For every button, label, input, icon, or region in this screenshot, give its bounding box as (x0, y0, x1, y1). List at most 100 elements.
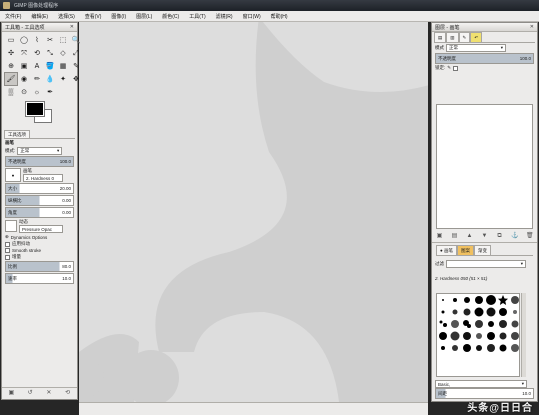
tab-brushes[interactable]: ● 画笔 (436, 245, 457, 255)
align-tool[interactable]: ⤧ (18, 47, 30, 59)
flip-tool[interactable]: ⊕ (5, 60, 17, 72)
brush-item[interactable] (485, 306, 497, 318)
brush-item[interactable] (461, 306, 473, 318)
pencil-tool[interactable]: ✎ (70, 60, 82, 72)
delete-layer-icon[interactable]: 🗑 (526, 233, 534, 240)
anchor-layer-icon[interactable]: ⚓ (511, 233, 518, 240)
jitter-checkbox[interactable] (5, 241, 10, 247)
new-group-icon[interactable]: ▤ (451, 233, 458, 240)
brush-grid[interactable] (436, 293, 520, 377)
brush-filter-select[interactable]: ▾ (446, 260, 526, 268)
dodge-tool[interactable]: ☼ (31, 86, 43, 98)
menu-tools[interactable]: 工具(T) (184, 13, 210, 20)
blend-tool[interactable]: ▦ (57, 60, 69, 72)
brush-preview[interactable]: ● (5, 168, 21, 182)
brush-item[interactable] (509, 330, 521, 342)
brush-item[interactable] (461, 330, 473, 342)
delete-options-icon[interactable]: ✕ (45, 390, 52, 397)
tab-patterns[interactable]: 图案 (456, 245, 474, 255)
lock-pixels-icon[interactable]: ✎ (447, 65, 451, 71)
smudge-tool[interactable]: 💧 (44, 73, 56, 85)
brush-item[interactable] (509, 294, 521, 306)
path-tool[interactable]: ✒ (44, 86, 56, 98)
tab-tool-options[interactable]: 工具选项 (4, 130, 30, 138)
size-slider[interactable]: 大小 20.00 (5, 183, 74, 194)
brush-item[interactable] (497, 318, 509, 330)
brush-item[interactable] (497, 306, 509, 318)
reset-options-icon[interactable]: ⟲ (64, 390, 71, 397)
brush-item[interactable] (461, 318, 473, 330)
blur-tool[interactable]: ⊙ (18, 86, 30, 98)
angle-slider[interactable]: 角度 0.00 (5, 207, 74, 218)
duplicate-layer-icon[interactable]: ⧉ (496, 233, 503, 240)
close-icon[interactable]: ✕ (530, 24, 534, 30)
brush-item[interactable] (437, 342, 449, 354)
brush-item[interactable] (497, 342, 509, 354)
brush-item[interactable] (497, 330, 509, 342)
brush-item[interactable] (509, 342, 521, 354)
dynamics-preview[interactable] (5, 220, 17, 232)
brush-item[interactable] (485, 318, 497, 330)
brush-preset-select[interactable]: Basic, ▾ (435, 380, 527, 388)
eraser-tool[interactable]: ▒ (5, 86, 17, 98)
layer-mode-select[interactable]: 正常 ▾ (446, 44, 506, 52)
clone-tool[interactable]: ✥ (70, 73, 82, 85)
brush-item[interactable] (473, 306, 485, 318)
brush-item[interactable] (449, 342, 461, 354)
mode-select[interactable]: 正常 ▾ (17, 147, 63, 155)
text-tool[interactable]: A (31, 60, 43, 72)
brush-item[interactable] (509, 318, 521, 330)
foreground-color-swatch[interactable] (25, 101, 45, 117)
brush-item[interactable] (485, 342, 497, 354)
opacity-slider[interactable]: 不透明度 100.0 (5, 156, 74, 167)
rotate-tool[interactable]: ⟲ (31, 47, 43, 59)
smooth-row[interactable]: Smooth stroke (5, 248, 74, 253)
tab-layers[interactable]: ▤ (434, 32, 447, 42)
jitter-row[interactable]: 应用抖动 (5, 241, 74, 247)
tab-paths[interactable]: ✎ (458, 32, 471, 42)
save-options-icon[interactable]: ▣ (8, 390, 15, 397)
brush-item[interactable] (437, 318, 449, 330)
aspect-slider[interactable]: 纵横比 0.00 (5, 195, 74, 206)
paintbrush-tool[interactable]: 🖌 (4, 72, 18, 86)
menu-layer[interactable]: 图层(L) (131, 13, 157, 20)
brush-scrollbar[interactable] (521, 293, 526, 377)
brush-item[interactable] (449, 306, 461, 318)
brush-item[interactable] (449, 294, 461, 306)
menu-colors[interactable]: 颜色(C) (157, 13, 184, 20)
brush-item[interactable] (473, 330, 485, 342)
free-select-tool[interactable]: ⌇ (31, 34, 43, 46)
brush-item[interactable] (497, 294, 509, 306)
menu-file[interactable]: 文件(F) (0, 13, 26, 20)
tab-channels[interactable]: ▥ (446, 32, 459, 42)
scale-tool[interactable]: ⤡ (44, 47, 56, 59)
brush-item[interactable] (437, 294, 449, 306)
menu-windows[interactable]: 窗口(W) (238, 13, 266, 20)
tab-undo[interactable]: ↶ (470, 32, 483, 42)
menu-filters[interactable]: 滤镜(R) (211, 13, 238, 20)
scissors-tool[interactable]: ✂ (44, 34, 56, 46)
move-tool[interactable]: ✣ (5, 47, 17, 59)
brush-item[interactable] (449, 330, 461, 342)
menu-select[interactable]: 选择(S) (53, 13, 80, 20)
lock-alpha-checkbox[interactable] (453, 65, 459, 71)
menu-view[interactable]: 查看(V) (80, 13, 107, 20)
spacing-slider[interactable]: 间距 10.0 (435, 388, 534, 399)
ink-tool[interactable]: ✏ (31, 73, 43, 85)
new-layer-icon[interactable]: ▣ (436, 233, 443, 240)
brush-item[interactable] (473, 318, 485, 330)
heal-tool[interactable]: ✦ (57, 73, 69, 85)
raise-layer-icon[interactable]: ▲ (466, 233, 473, 240)
rate-slider[interactable]: 速率 10.0 (5, 273, 74, 284)
brush-item[interactable] (485, 294, 497, 306)
airbrush-tool[interactable]: ◉ (18, 73, 30, 85)
bucket-fill-tool[interactable]: 🪣 (44, 60, 56, 72)
lower-layer-icon[interactable]: ▼ (481, 233, 488, 240)
ellipse-select-tool[interactable]: ◯ (18, 34, 30, 46)
brush-item[interactable] (449, 318, 461, 330)
zoom-tool[interactable]: 🔍 (70, 34, 82, 46)
incremental-row[interactable]: 增量 (5, 254, 74, 260)
menu-help[interactable]: 帮助(H) (266, 13, 293, 20)
image-canvas[interactable] (79, 22, 428, 402)
incremental-checkbox[interactable] (5, 254, 10, 260)
